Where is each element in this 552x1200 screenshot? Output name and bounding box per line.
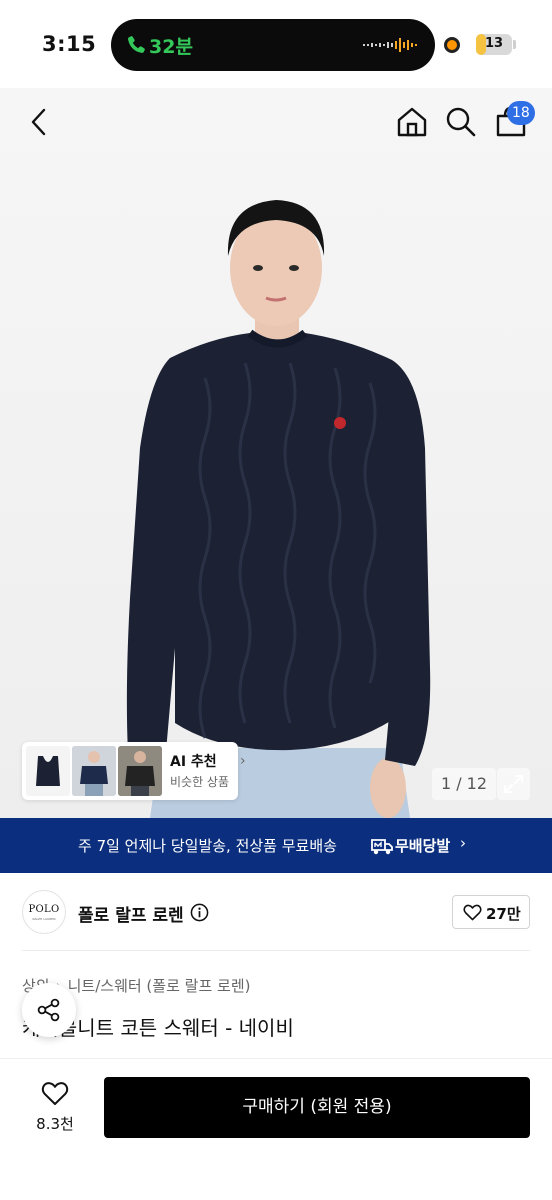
ai-recommendation-title: AI 추천 xyxy=(170,754,217,770)
brand-like-button[interactable]: 27만 xyxy=(452,895,530,929)
brand-like-count: 27만 xyxy=(486,905,521,923)
back-icon[interactable] xyxy=(20,102,60,142)
ai-recommendation-subtitle: 비슷한 상품 xyxy=(170,775,230,789)
search-icon[interactable] xyxy=(441,102,481,142)
chevron-right-icon: › xyxy=(460,834,466,852)
recommendation-thumbnail[interactable] xyxy=(72,746,116,796)
promo-brand: 무배당발 xyxy=(395,837,451,855)
battery-icon: 13 xyxy=(476,34,512,55)
model-thumbnail-icon xyxy=(72,746,116,796)
brand-name[interactable]: 폴로 랄프 로렌 xyxy=(78,901,184,926)
wishlist-count: 8.3천 xyxy=(36,1115,74,1133)
recommendation-thumbnail[interactable] xyxy=(26,746,70,796)
info-icon[interactable] xyxy=(190,903,209,922)
battery-tip xyxy=(513,40,516,49)
breadcrumb-item[interactable]: 니트/스웨터 (폴로 랄프 로렌) xyxy=(68,977,251,995)
image-counter: 1 / 12 xyxy=(432,768,496,800)
heart-icon xyxy=(41,1082,69,1105)
audio-wave-icon xyxy=(363,38,417,52)
recommendation-thumbnail[interactable] xyxy=(118,746,162,796)
bottom-action-bar: 8.3천 구매하기 (회원 전용) xyxy=(0,1058,552,1200)
brand-logo[interactable]: POLO RALPH LAUREN xyxy=(22,890,66,934)
expand-button[interactable] xyxy=(497,768,530,800)
brand-logo-subtext: RALPH LAUREN xyxy=(32,917,56,921)
model-thumbnail-icon xyxy=(118,746,162,796)
heart-icon xyxy=(463,904,482,921)
status-time: 3:15 xyxy=(42,32,97,56)
buy-button[interactable]: 구매하기 (회원 전용) xyxy=(104,1077,530,1138)
ai-recommendation-card[interactable]: AI 추천 비슷한 상품 › xyxy=(22,742,246,800)
delivery-truck-icon xyxy=(371,839,393,855)
home-icon[interactable] xyxy=(392,102,432,142)
brand-row: POLO RALPH LAUREN 폴로 랄프 로렌 27만 xyxy=(0,873,552,951)
expand-icon xyxy=(504,775,523,793)
wishlist-button[interactable]: 8.3천 xyxy=(22,1077,88,1139)
phone-icon xyxy=(127,36,145,53)
battery-level: 13 xyxy=(484,36,504,51)
promo-text: 주 7일 언제나 당일발송, 전상품 무료배송 xyxy=(78,837,337,855)
share-button[interactable] xyxy=(22,983,76,1037)
status-bar: 3:15 32분 13 xyxy=(0,0,552,88)
product-gallery[interactable]: 18 AI 추천 비슷한 상품 › 1 / 12 xyxy=(0,88,552,818)
share-icon xyxy=(37,998,60,1022)
divider xyxy=(22,950,530,951)
dynamic-island[interactable]: 32분 xyxy=(111,19,435,71)
cart-count-badge: 18 xyxy=(507,101,535,125)
chevron-right-icon: › xyxy=(240,753,246,769)
product-photo xyxy=(126,200,431,818)
delivery-promo-banner[interactable]: 주 7일 언제나 당일발송, 전상품 무료배송 무배당발 › xyxy=(0,818,552,873)
call-duration: 32분 xyxy=(149,36,193,58)
vest-icon xyxy=(36,756,60,786)
brand-logo-text: POLO xyxy=(28,904,60,915)
recording-indicator-icon xyxy=(444,37,460,53)
